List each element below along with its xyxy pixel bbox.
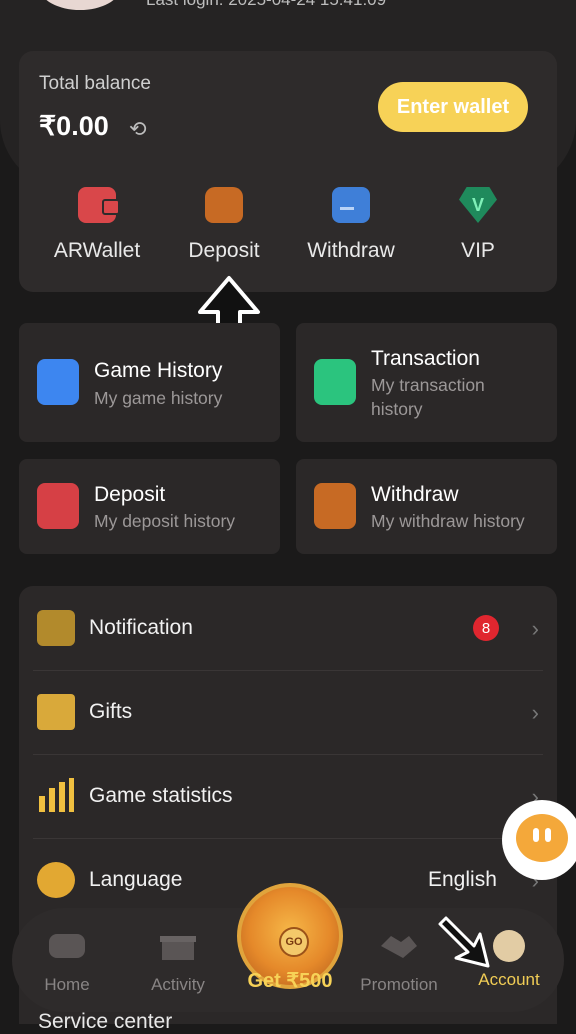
support-chat-button[interactable] xyxy=(502,800,576,880)
get-bonus-label[interactable]: Get ₹500 xyxy=(241,968,339,993)
tile-title: Game History xyxy=(94,359,223,382)
wallet-icon xyxy=(78,187,120,223)
bar-chart-icon xyxy=(39,778,74,812)
gamepad-icon xyxy=(49,934,85,958)
game-history-icon xyxy=(37,359,79,405)
wheel-go: GO xyxy=(279,927,309,957)
last-login-text: Last login: 2025-04-24 15:41:09 xyxy=(146,0,386,10)
balance-amount: ₹0.00 xyxy=(39,111,109,141)
card-icon xyxy=(332,187,370,223)
service-center-label[interactable]: Service center xyxy=(38,1010,172,1034)
pointer-arrow-icon xyxy=(438,916,490,968)
menu-game-statistics[interactable]: Game statistics › xyxy=(19,754,557,838)
gift-box-icon xyxy=(160,936,196,960)
chat-bubble-icon xyxy=(516,814,568,862)
language-value: English xyxy=(428,868,497,891)
menu-label: Gifts xyxy=(89,700,133,723)
tile-title: Withdraw xyxy=(371,483,459,506)
tile-title: Transaction xyxy=(371,347,480,370)
deposit-history-icon xyxy=(37,483,79,529)
nav-activity[interactable]: Activity xyxy=(128,930,228,995)
tile-withdraw[interactable]: Withdraw My withdraw history xyxy=(296,459,557,554)
menu-notification[interactable]: Notification 8 › xyxy=(19,586,557,670)
menu-gifts[interactable]: Gifts › xyxy=(19,670,557,754)
quick-label: Deposit xyxy=(188,239,260,262)
tile-subtitle: My transaction history xyxy=(371,375,485,419)
quick-vip[interactable]: V VIP xyxy=(423,187,533,263)
quick-label: Withdraw xyxy=(307,239,395,262)
gift-icon xyxy=(37,694,75,730)
quick-label: VIP xyxy=(461,239,495,262)
tile-subtitle: My deposit history xyxy=(94,511,236,531)
enter-wallet-button[interactable]: Enter wallet xyxy=(378,82,528,132)
deposit-icon xyxy=(205,187,243,223)
handshake-icon xyxy=(381,936,417,958)
balance-card: Total balance ₹0.00 ⟲ Enter wallet ARWal… xyxy=(19,51,557,292)
tile-subtitle: My game history xyxy=(94,388,223,408)
menu-label: Notification xyxy=(89,616,193,639)
nav-label: Home xyxy=(44,975,90,994)
transaction-icon xyxy=(314,359,356,405)
nav-label: Activity xyxy=(151,975,205,994)
tile-transaction[interactable]: Transaction My transaction history xyxy=(296,323,557,442)
notification-badge: 8 xyxy=(473,615,499,641)
withdraw-history-icon xyxy=(314,483,356,529)
tile-subtitle: My withdraw history xyxy=(371,511,525,531)
nav-label: Promotion xyxy=(360,975,438,994)
vip-icon: V xyxy=(459,187,497,223)
tile-deposit[interactable]: Deposit My deposit history xyxy=(19,459,280,554)
quick-withdraw[interactable]: Withdraw xyxy=(296,187,406,263)
chevron-right-icon: › xyxy=(531,700,539,725)
tile-game-history[interactable]: Game History My game history xyxy=(19,323,280,442)
menu-label: Language xyxy=(89,868,183,891)
nav-home[interactable]: Home xyxy=(17,930,117,995)
quick-deposit[interactable]: Deposit xyxy=(169,187,279,263)
total-balance-label: Total balance xyxy=(39,73,151,94)
account-avatar-icon xyxy=(493,930,525,962)
nav-label: Account xyxy=(478,970,540,989)
envelope-icon xyxy=(37,610,75,646)
quick-arwallet[interactable]: ARWallet xyxy=(42,187,152,263)
globe-icon xyxy=(37,862,75,898)
menu-label: Game statistics xyxy=(89,784,233,807)
tile-title: Deposit xyxy=(94,483,166,506)
refresh-icon[interactable]: ⟲ xyxy=(129,117,147,142)
chevron-right-icon: › xyxy=(531,616,539,641)
quick-label: ARWallet xyxy=(53,239,141,262)
